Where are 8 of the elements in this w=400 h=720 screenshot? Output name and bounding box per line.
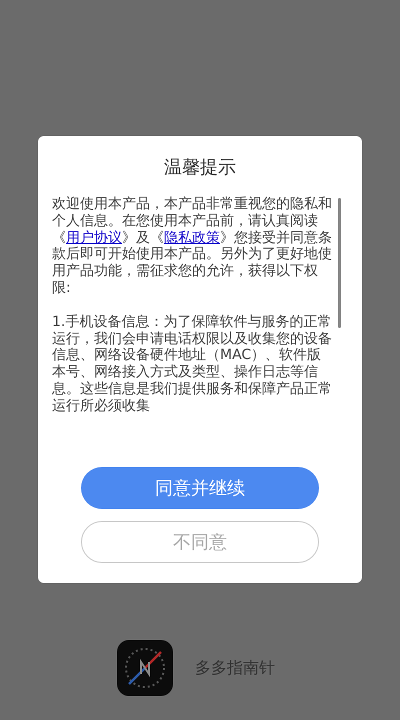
policy-link[interactable]: 隐私政策 xyxy=(164,230,220,246)
compass-icon xyxy=(117,640,173,696)
policy-link[interactable]: 用户协议 xyxy=(66,230,122,246)
dialog-title: 温馨提示 xyxy=(164,156,236,180)
body-paragraph: 欢迎使用本产品，本产品非常重视您的隐私和个人信息。在您使用本产品前，请认真阅读《用户协议》及《隐私政策》您接受并同意条款后即可开始使用本产品。另外为了更好地使用产品功能，需征求您的允许，获得以下权限: xyxy=(52,196,333,297)
app-name: 多多指南针 xyxy=(195,658,275,678)
scrollbar[interactable] xyxy=(338,198,341,328)
body-paragraph: 1.手机设备信息：为了保障软件与服务的正常运行，我们会申请电话权限以及收集您的设备信息、网络设备硬件地址（MAC）、软件版本号、网络接入方式及类型、操作日志等信息。这些信息是我们提供服务和保障产品正常运行所必须收集 xyxy=(52,314,333,415)
